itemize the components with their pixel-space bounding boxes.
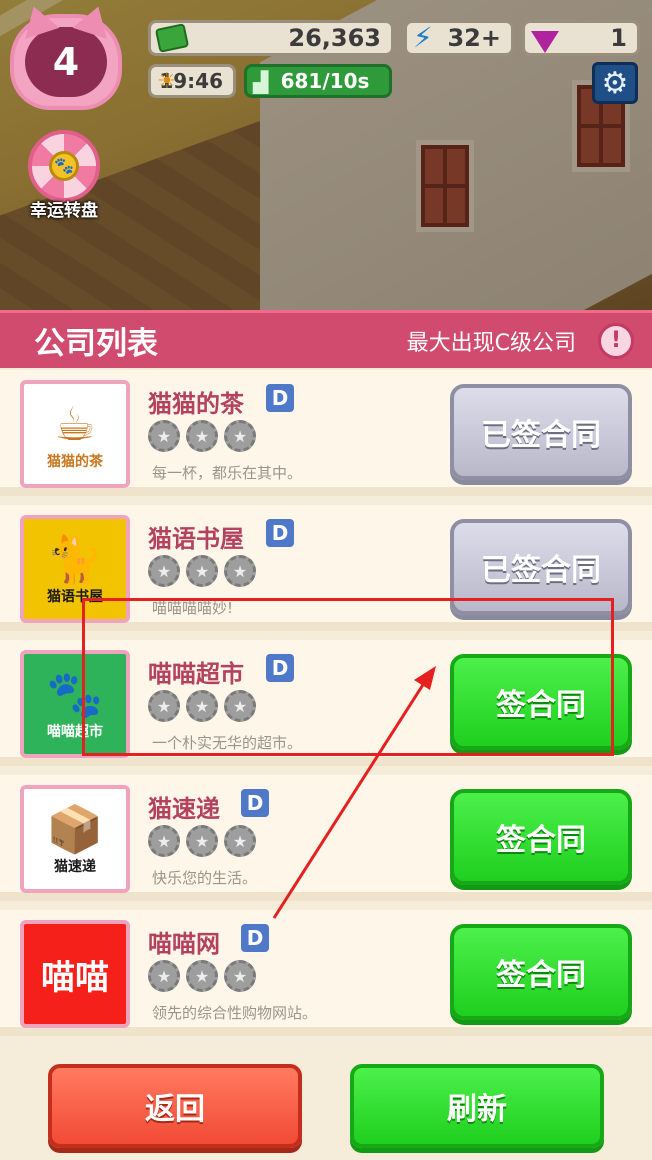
company-logo-text: 猫语书屋 (47, 589, 103, 605)
gem-value: 1 (610, 24, 627, 52)
company-name: 猫语书屋 (148, 525, 244, 553)
star-icon: ★ (148, 690, 180, 722)
company-name: 喵喵网 (148, 930, 220, 958)
star-rating: ★ ★ ★ (148, 825, 256, 857)
company-name: 猫猫的茶 (148, 390, 244, 418)
company-logo: 🐈 猫语书屋 (20, 515, 130, 623)
info-button[interactable]: ! (598, 322, 634, 359)
star-icon: ★ (186, 420, 218, 452)
gem-icon (531, 31, 559, 53)
company-name: 猫速递 (148, 795, 220, 823)
company-grade-badge: D (241, 789, 269, 817)
company-logo-text: 猫速递 (54, 859, 96, 875)
company-logo-icon: 📦 (46, 802, 104, 856)
time-display: ☀ 19:46 (148, 64, 236, 98)
signed-contract-button[interactable]: 已签合同 (450, 519, 632, 615)
level-number: 4 (25, 27, 107, 97)
star-icon: ★ (224, 825, 256, 857)
company-logo-icon: 🐈 (46, 532, 104, 586)
company-row: 📦 猫速递 猫速递 D ★ ★ ★ 快乐您的生活。 签合同 (0, 775, 652, 901)
company-logo-text: 猫猫的茶 (47, 454, 103, 470)
sign-contract-button[interactable]: 签合同 (450, 789, 632, 885)
cash-icon (154, 23, 190, 53)
level-badge[interactable]: 4 (10, 14, 122, 110)
cash-counter: 26,363 (148, 20, 394, 56)
company-logo-icon: ☕ (54, 397, 96, 451)
company-logo-text: 喵喵超市 (47, 724, 103, 740)
company-description: 领先的综合性购物网站。 (152, 1004, 318, 1022)
game-scene: 4 26,363 ⚡ 32 + 1 ☀ 19:46 ▟ 681/10s ⚙ 🐾 … (0, 0, 652, 312)
panel-header: 公司列表 最大出现C级公司 ! (0, 310, 652, 368)
gem-counter: 1 (522, 20, 640, 56)
refresh-button[interactable]: 刷新 (350, 1064, 604, 1148)
energy-plus[interactable]: + (481, 24, 501, 52)
panel-title: 公司列表 (34, 326, 158, 362)
panel-subtitle: 最大出现C级公司 (406, 330, 576, 356)
company-row: 🐈 猫语书屋 猫语书屋 D ★ ★ ★ 喵喵喵喵妙! 已签合同 (0, 505, 652, 631)
company-row: 喵喵 喵喵网 D ★ ★ ★ 领先的综合性购物网站。 签合同 (0, 910, 652, 1036)
gear-icon: ⚙ (601, 65, 629, 101)
lucky-wheel-label: 幸运转盘 (30, 201, 98, 221)
star-rating: ★ ★ ★ (148, 690, 256, 722)
company-description: 每一杯，都乐在其中。 (152, 464, 303, 482)
income-chart-icon: ▟ (253, 70, 269, 94)
star-icon: ★ (224, 555, 256, 587)
energy-counter[interactable]: ⚡ 32 + (404, 20, 514, 56)
sun-icon: ☀ (157, 69, 177, 94)
star-icon: ★ (186, 960, 218, 992)
company-description: 喵喵喵喵妙! (152, 599, 234, 617)
company-logo-icon: 🐾 (46, 667, 104, 721)
back-button[interactable]: 返回 (48, 1064, 302, 1148)
company-logo: 🐾 喵喵超市 (20, 650, 130, 758)
settings-button[interactable]: ⚙ (592, 62, 638, 104)
lightning-icon: ⚡ (413, 21, 433, 54)
company-description: 一个朴实无华的超市。 (152, 734, 303, 752)
signed-contract-button[interactable]: 已签合同 (450, 384, 632, 480)
company-grade-badge: D (241, 924, 269, 952)
company-grade-badge: D (266, 519, 294, 547)
company-row: ☕ 猫猫的茶 猫猫的茶 D ★ ★ ★ 每一杯，都乐在其中。 已签合同 (0, 370, 652, 496)
company-logo: ☕ 猫猫的茶 (20, 380, 130, 488)
company-name: 喵喵超市 (148, 660, 244, 688)
star-icon: ★ (186, 555, 218, 587)
income-rate: ▟ 681/10s (244, 64, 392, 98)
company-grade-badge: D (266, 654, 294, 682)
lucky-wheel-icon: 🐾 (28, 130, 100, 202)
sign-contract-button[interactable]: 签合同 (450, 654, 632, 750)
energy-value: 32 (447, 24, 481, 52)
star-icon: ★ (148, 420, 180, 452)
star-rating: ★ ★ ★ (148, 960, 256, 992)
star-rating: ★ ★ ★ (148, 420, 256, 452)
cash-value: 26,363 (288, 24, 381, 52)
star-icon: ★ (186, 690, 218, 722)
sign-contract-button[interactable]: 签合同 (450, 924, 632, 1020)
panel-footer: 返回 刷新 (0, 1048, 652, 1160)
lucky-wheel-button[interactable]: 🐾 幸运转盘 (22, 130, 106, 221)
star-icon: ★ (148, 825, 180, 857)
star-rating: ★ ★ ★ (148, 555, 256, 587)
star-icon: ★ (224, 690, 256, 722)
company-list-panel: 公司列表 最大出现C级公司 ! ☕ 猫猫的茶 猫猫的茶 D ★ ★ ★ 每一杯，都乐在其中。已… (0, 310, 652, 1160)
company-description: 快乐您的生活。 (152, 869, 258, 887)
star-icon: ★ (148, 555, 180, 587)
company-row: 🐾 喵喵超市 喵喵超市 D ★ ★ ★ 一个朴实无华的超市。 签合同 (0, 640, 652, 766)
star-icon: ★ (224, 960, 256, 992)
star-icon: ★ (186, 825, 218, 857)
company-logo-text: 喵喵 (41, 957, 109, 998)
company-grade-badge: D (266, 384, 294, 412)
star-icon: ★ (224, 420, 256, 452)
star-icon: ★ (148, 960, 180, 992)
company-logo: 📦 猫速递 (20, 785, 130, 893)
company-logo: 喵喵 (20, 920, 130, 1028)
